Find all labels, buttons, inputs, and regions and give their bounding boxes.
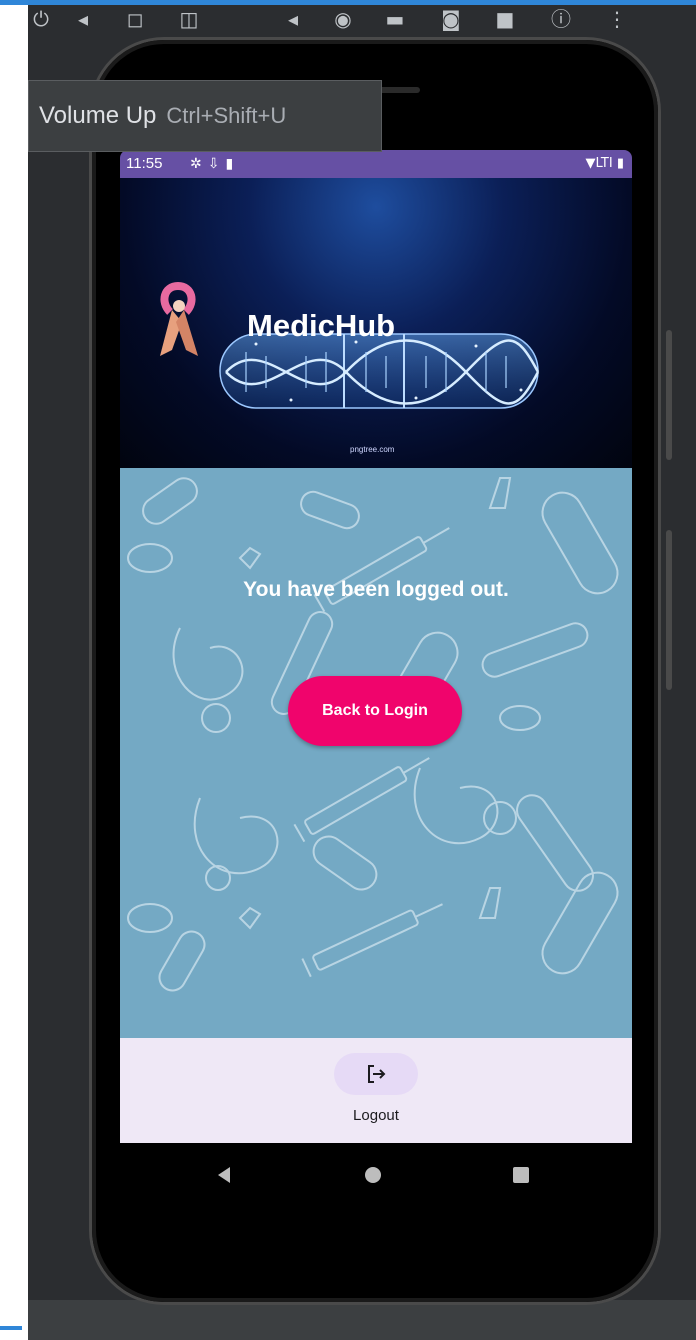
status-icons: ✲⇩▮ (190, 150, 239, 178)
left-accent-line (0, 1326, 22, 1330)
phone-volume-button[interactable] (666, 330, 672, 460)
tooltip-label: Volume Up (39, 102, 157, 129)
home-icon[interactable] (365, 1167, 381, 1183)
signal-battery: ▼LTI ▮ (585, 156, 624, 171)
top-accent-line (0, 0, 696, 5)
tooltip-shortcut: Ctrl+Shift+U (166, 103, 287, 128)
bottom-navigation: Logout (120, 1038, 632, 1143)
app-title: MedicHub (247, 308, 396, 343)
system-navigation-bar (120, 1143, 632, 1203)
image-credit: pngtree.com (350, 445, 395, 454)
status-time: 11:55 (126, 155, 163, 172)
back-to-login-button[interactable]: Back to Login (288, 676, 462, 746)
sd-card-icon: ▮ (225, 156, 240, 172)
volume-down-icon[interactable]: ◻ (120, 6, 150, 32)
header-banner: MedicHub pngtree.com (120, 178, 632, 468)
emulator-toolbar: ⏻ ◂ ◻ ◫ ◂ ◉ ▬ ◙ ■ ⓘ ⋮ (28, 0, 696, 40)
camera-icon[interactable]: ▬ (380, 6, 410, 32)
zoom-icon[interactable]: ◙ (436, 6, 466, 32)
info-icon[interactable]: ⓘ (546, 6, 576, 32)
logout-icon (368, 1065, 386, 1083)
emulator-bottom-bar (28, 1300, 696, 1340)
volume-up-tooltip: Volume Up Ctrl+Shift+U (28, 80, 382, 152)
status-bar: 11:55 ✲⇩▮ ▼LTI ▮ (120, 150, 632, 178)
more-icon[interactable]: ⋮ (602, 6, 632, 32)
power-icon[interactable]: ⏻ (26, 6, 56, 32)
rotate-left-icon[interactable]: ◫ (174, 6, 204, 32)
medical-pattern-background (127, 477, 619, 992)
rotate-right-icon[interactable]: ◂ (278, 6, 308, 32)
logout-nav-label: Logout (353, 1107, 399, 1124)
screenshot-icon[interactable]: ◉ (328, 6, 358, 32)
ribbon-logo (160, 282, 198, 356)
volume-up-icon[interactable]: ◂ (68, 6, 98, 32)
settings-icon: ✲ (190, 156, 208, 172)
left-panel-strip (0, 0, 28, 1340)
logout-content: You have been logged out. Back to Login (120, 468, 632, 1038)
logout-nav-item[interactable] (334, 1053, 418, 1095)
record-icon[interactable]: ■ (490, 6, 520, 32)
phone-screen: 11:55 ✲⇩▮ ▼LTI ▮ MedicHub pngtree.com Yo… (120, 150, 632, 1143)
download-icon: ⇩ (207, 156, 226, 172)
back-icon[interactable] (218, 1167, 230, 1183)
logout-message: You have been logged out. (243, 578, 509, 601)
recents-icon[interactable] (513, 1167, 529, 1183)
phone-power-button[interactable] (666, 530, 672, 690)
